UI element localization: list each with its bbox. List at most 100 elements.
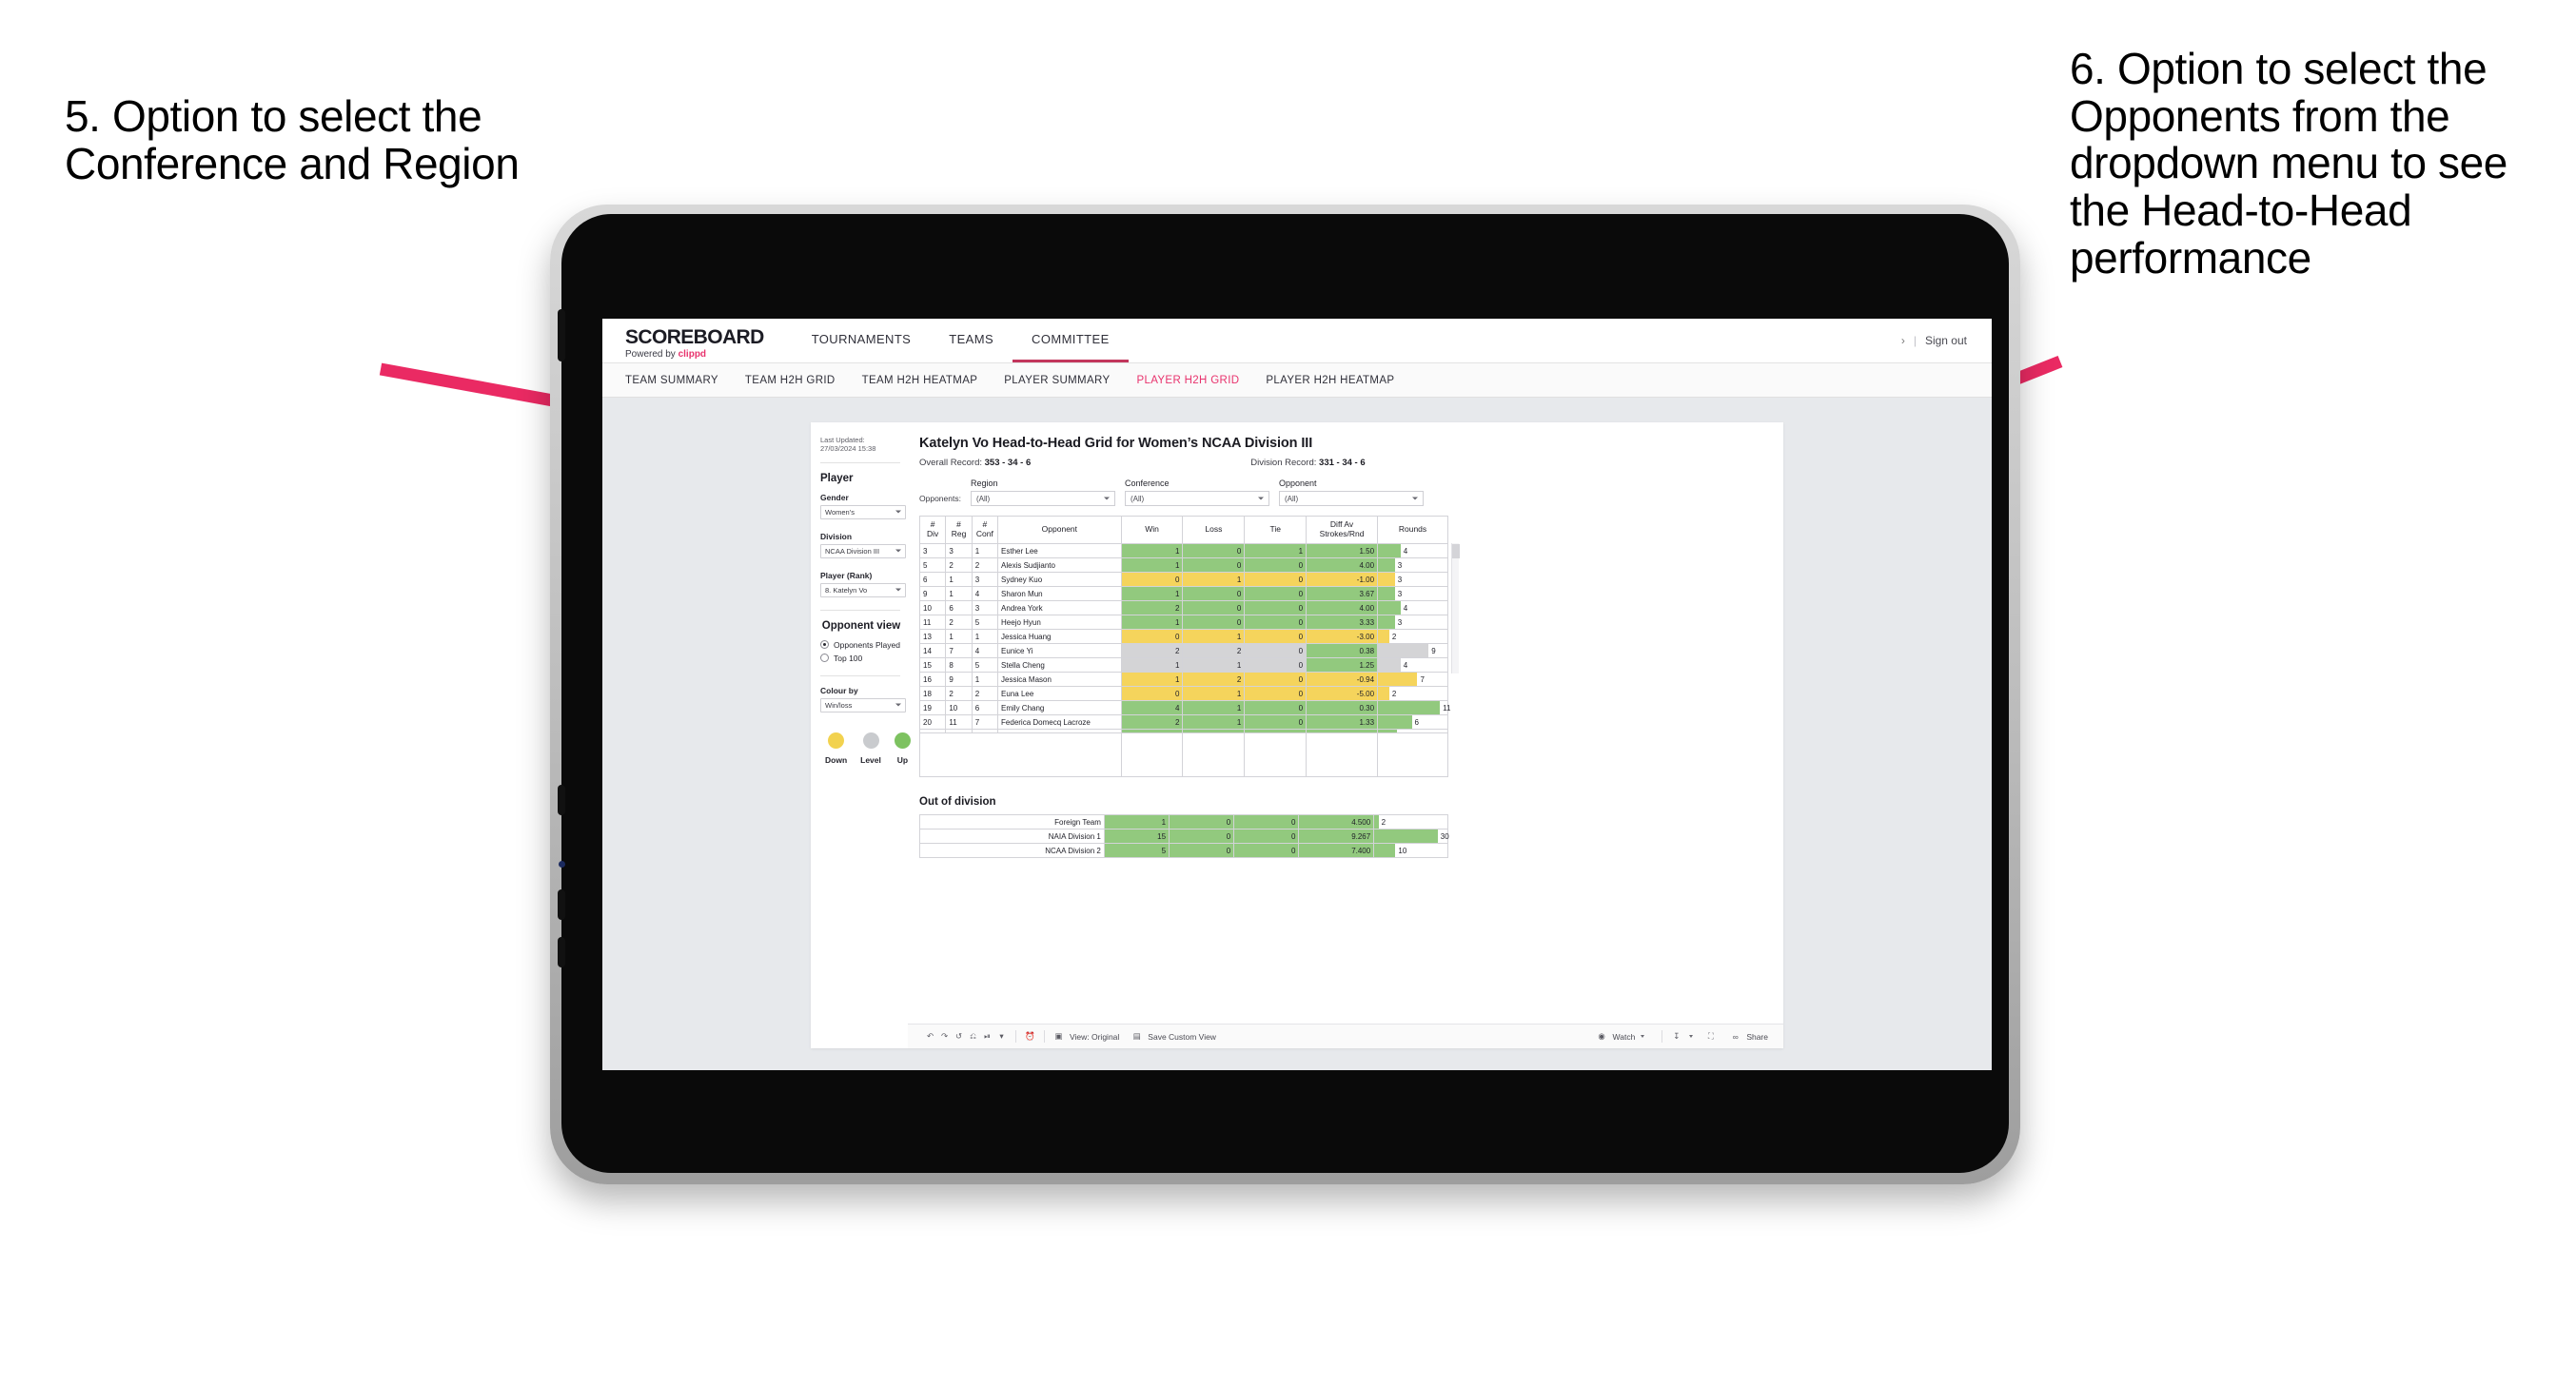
cell-loss: 0: [1169, 829, 1235, 844]
cell-opponent: Andrea York: [997, 600, 1122, 615]
table-row[interactable]: 16 9 1 Jessica Mason 1 2 0 -0.94 7: [918, 672, 1448, 687]
dropdown-arrow-icon[interactable]: ▾: [994, 1029, 1009, 1044]
nav-item-tournaments[interactable]: TOURNAMENTS: [793, 319, 931, 362]
filter-gender: Gender Women’s: [820, 493, 908, 519]
cell-reg: 11: [945, 714, 973, 730]
fullscreen-button[interactable]: ⛶: [1703, 1029, 1718, 1044]
cell-tie: 0: [1244, 643, 1308, 658]
chevron-down-icon: [895, 510, 901, 514]
filter-conference: Conference (All): [1124, 478, 1269, 506]
radio-top-100[interactable]: Top 100: [820, 654, 908, 663]
table-row[interactable]: 11 2 5 Heejo Hyun 1 0 0 3.33 3: [918, 615, 1448, 630]
legend-dot-level: [862, 732, 879, 749]
region-select[interactable]: (All): [970, 491, 1115, 506]
rounds-value: 9: [1431, 646, 1436, 655]
col-header-win[interactable]: Win: [1120, 516, 1184, 544]
secondary-nav: TEAM SUMMARY TEAM H2H GRID TEAM H2H HEAT…: [602, 363, 1992, 398]
refresh-icon[interactable]: ⎌: [966, 1029, 980, 1044]
scrollbar-thumb[interactable]: [1452, 544, 1460, 558]
filter-conference-label: Conference: [1124, 478, 1170, 488]
download-button[interactable]: ↧: [1669, 1029, 1694, 1044]
cell-div: 13: [918, 629, 947, 644]
pause-icon[interactable]: ⏯: [980, 1029, 994, 1044]
tablet-screen: SCOREBOARD Powered by clippd TOURNAMENTS…: [602, 319, 1992, 1070]
share-label: Share: [1746, 1031, 1768, 1042]
legend-label-level: Level: [860, 754, 881, 765]
col-header-loss[interactable]: Loss: [1182, 516, 1246, 544]
col-header-conf[interactable]: # Conf: [971, 516, 999, 544]
divider: [820, 461, 900, 463]
download-icon: ↧: [1673, 1031, 1681, 1041]
cell-div: 6: [918, 572, 947, 587]
rounds-bar-fill: [1378, 715, 1412, 729]
tab-team-summary[interactable]: TEAM SUMMARY: [625, 375, 718, 386]
table-row[interactable]: 5 2 2 Alexis Sudjianto 1 0 0 4.00 3: [918, 557, 1448, 573]
tab-player-h2h-grid[interactable]: PLAYER H2H GRID: [1136, 375, 1239, 386]
divider: [820, 609, 900, 611]
table-row[interactable]: NAIA Division 1 15 0 0 9.267 30: [919, 829, 1449, 844]
app-logo[interactable]: SCOREBOARD Powered by clippd: [602, 319, 779, 362]
filter-division: Division NCAA Division III: [820, 532, 908, 558]
colour-by-select[interactable]: Win/loss: [820, 697, 906, 713]
power-button[interactable]: [558, 937, 565, 967]
cell-conf: 4: [971, 643, 999, 658]
filter-gender-label: Gender: [820, 492, 849, 502]
table-row[interactable]: NCAA Division 2 5 0 0 7.400 10: [919, 843, 1448, 858]
rounds-value: 4: [1403, 603, 1408, 613]
gender-select[interactable]: Women’s: [820, 504, 906, 519]
radio-opponents-played[interactable]: Opponents Played: [820, 640, 908, 650]
table-row[interactable]: 9 1 4 Sharon Mun 1 0 0 3.67 3: [918, 586, 1448, 601]
table-row[interactable]: 15 8 5 Stella Cheng 1 1 0 1.25 4: [918, 657, 1448, 673]
table-row[interactable]: 10 6 3 Andrea York 2 0 0 4.00 4: [918, 600, 1448, 615]
tab-player-summary[interactable]: PLAYER SUMMARY: [1004, 375, 1110, 386]
division-select[interactable]: NCAA Division III: [820, 543, 906, 558]
cell-win: 1: [1120, 557, 1184, 573]
table-row[interactable]: 13 1 1 Jessica Huang 0 1 0 -3.00 2: [918, 629, 1448, 644]
volume-button-upper[interactable]: [558, 785, 565, 815]
alert-icon[interactable]: ⏰: [1023, 1029, 1037, 1044]
cell-loss: 1: [1182, 700, 1246, 715]
opponent-select[interactable]: (All): [1278, 491, 1424, 506]
col-header-rounds[interactable]: Rounds: [1377, 516, 1448, 544]
table-row[interactable]: 18 2 2 Euna Lee 0 1 0 -5.00 2: [918, 686, 1448, 701]
col-header-tie[interactable]: Tie: [1244, 516, 1308, 544]
player-rank-select[interactable]: 8. Katelyn Vo: [820, 582, 906, 597]
conference-select[interactable]: (All): [1124, 491, 1269, 506]
col-header-diff[interactable]: Diff Av Strokes/Rnd: [1306, 516, 1379, 544]
redo-icon[interactable]: ↷: [937, 1029, 952, 1044]
nav-item-committee[interactable]: COMMITTEE: [1013, 319, 1129, 362]
col-header-reg[interactable]: # Reg: [945, 516, 973, 544]
undo-icon[interactable]: ↶: [923, 1029, 937, 1044]
revert-icon[interactable]: ↺: [952, 1029, 966, 1044]
sign-out-button[interactable]: Sign out: [1925, 334, 1967, 347]
cell-conf: 5: [971, 657, 999, 673]
volume-button-top[interactable]: [558, 309, 565, 361]
grid-vertical-scrollbar[interactable]: [1451, 543, 1460, 673]
save-custom-view-button[interactable]: ▤ Save Custom View: [1130, 1029, 1216, 1044]
table-row[interactable]: 19 10 6 Emily Chang 4 1 0 0.30 11: [918, 700, 1450, 715]
cell-rounds: 2: [1377, 686, 1448, 701]
chevron-right-icon[interactable]: ›: [1901, 334, 1905, 347]
region-select-value: (All): [975, 494, 991, 503]
col-header-opponent[interactable]: Opponent: [997, 516, 1122, 544]
col-header-div[interactable]: # Div: [918, 516, 947, 544]
tab-team-h2h-grid[interactable]: TEAM H2H GRID: [745, 375, 836, 386]
tab-team-h2h-heatmap[interactable]: TEAM H2H HEATMAP: [862, 375, 978, 386]
table-row[interactable]: Foreign Team 1 0 0 4.500 2: [919, 814, 1448, 830]
share-button[interactable]: ∞ Share: [1728, 1029, 1768, 1044]
watch-button[interactable]: ◉ Watch: [1595, 1029, 1645, 1044]
tab-player-h2h-heatmap[interactable]: PLAYER H2H HEATMAP: [1266, 375, 1394, 386]
cell-loss: 0: [1169, 814, 1235, 830]
volume-button-lower[interactable]: [558, 889, 565, 920]
cell-loss: 1: [1182, 714, 1246, 730]
table-row[interactable]: 20 11 7 Federica Domecq Lacroze 2 1 0 1.33 6: [918, 714, 1448, 730]
table-row[interactable]: 6 1 3 Sydney Kuo 0 1 0 -1.00 3: [918, 572, 1448, 587]
cell-tie: 0: [1244, 586, 1308, 601]
cell-opponent: Eunice Yi: [997, 643, 1122, 658]
nav-item-teams[interactable]: TEAMS: [930, 319, 1013, 362]
table-row[interactable]: 14 7 4 Eunice Yi 2 2 0 0.38 9: [918, 643, 1448, 658]
rounds-bar: 2: [1378, 630, 1447, 643]
table-row[interactable]: 3 3 1 Esther Lee 1 0 1 1.50 4: [918, 543, 1448, 558]
h2h-grid-table: # Div # Reg # Conf Opponent Win Loss Tie Di…: [918, 516, 1450, 777]
view-original-button[interactable]: ▣ View: Original: [1052, 1029, 1119, 1044]
